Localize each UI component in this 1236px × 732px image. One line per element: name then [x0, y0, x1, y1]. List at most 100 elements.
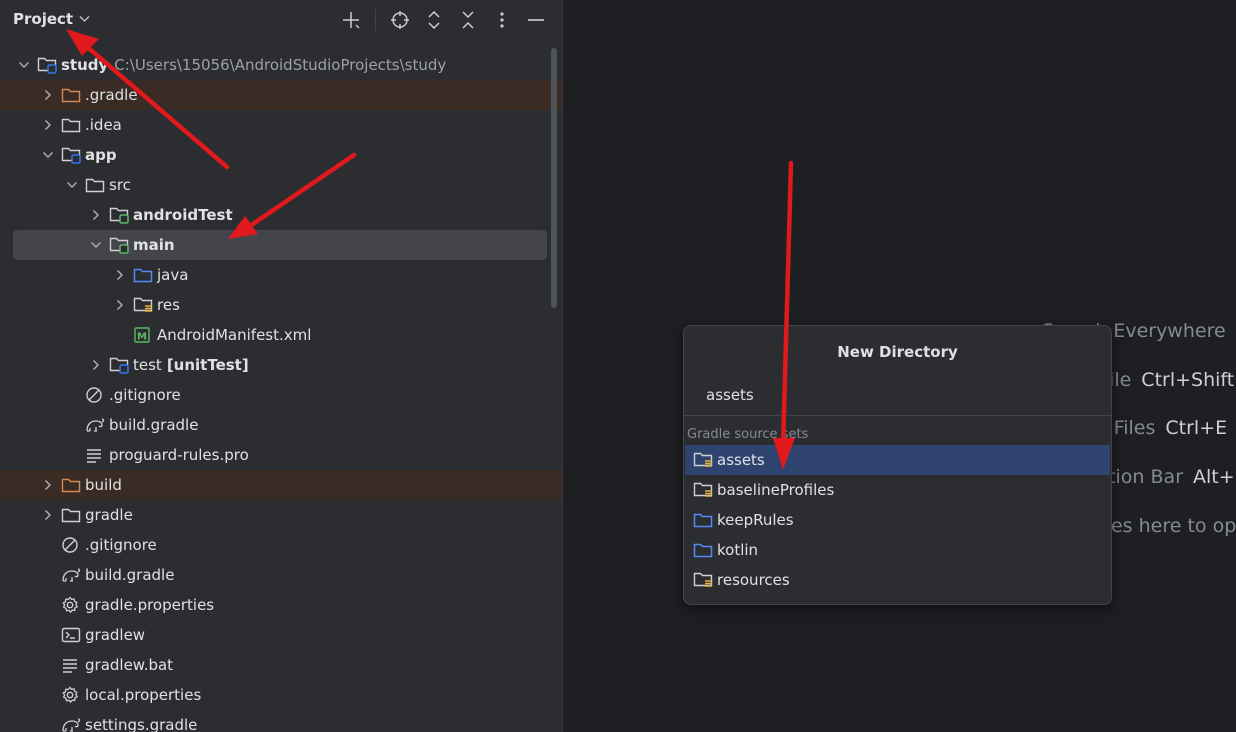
svg-text:M: M	[137, 332, 147, 343]
source-set-option[interactable]: resources	[685, 565, 1110, 595]
folder-icon	[61, 115, 83, 135]
source-set-option[interactable]: baselineProfiles	[685, 475, 1110, 505]
tree-node[interactable]: gradlew.bat	[0, 650, 562, 680]
tree-node[interactable]: src	[0, 170, 562, 200]
tree-node[interactable]: gradle	[0, 500, 562, 530]
source-set-option[interactable]: assets	[685, 445, 1110, 475]
tree-node-label: local.properties	[85, 686, 202, 704]
module-folder-icon	[37, 55, 59, 75]
locate-crosshair-icon[interactable]	[388, 8, 412, 32]
source-set-label: keepRules	[717, 511, 794, 529]
chevron-right-icon[interactable]	[38, 115, 58, 135]
project-view-selector[interactable]: Project	[13, 10, 90, 28]
chevron-right-icon[interactable]	[86, 355, 106, 375]
tree-node[interactable]: res	[0, 290, 562, 320]
tree-node[interactable]: build.gradle	[0, 560, 562, 590]
source-set-folder-icon	[109, 205, 131, 225]
chevron-down-icon[interactable]	[86, 235, 106, 255]
manifest-file-icon: M	[133, 325, 155, 345]
add-icon[interactable]	[339, 8, 363, 32]
no-expander	[38, 595, 58, 615]
source-set-folder-icon	[109, 235, 131, 255]
expand-all-icon[interactable]	[422, 8, 446, 32]
text-file-icon	[61, 655, 83, 675]
chevron-right-icon[interactable]	[38, 475, 58, 495]
source-folder-icon	[693, 540, 715, 560]
source-set-label: assets	[717, 451, 765, 469]
tree-node[interactable]: test [unitTest]	[0, 350, 562, 380]
project-toolbar	[339, 8, 548, 32]
no-expander	[38, 685, 58, 705]
chevron-right-icon[interactable]	[38, 505, 58, 525]
resource-folder-icon	[133, 295, 155, 315]
tree-node[interactable]: main	[13, 230, 547, 260]
tree-node-label: proguard-rules.pro	[109, 446, 249, 464]
tree-node[interactable]: app	[0, 140, 562, 170]
tree-node-label: java	[157, 266, 189, 284]
tree-node-label: build.gradle	[109, 416, 199, 434]
tree-node[interactable]: local.properties	[0, 680, 562, 710]
no-expander	[110, 325, 130, 345]
source-set-label: baselineProfiles	[717, 481, 835, 499]
tree-node-label: main	[133, 236, 175, 254]
tree-node[interactable]: .gradle	[0, 80, 562, 110]
tree-node[interactable]: settings.gradle	[0, 710, 562, 732]
no-expander	[38, 565, 58, 585]
tree-node[interactable]: .gitignore	[0, 380, 562, 410]
gradle-elephant-icon	[61, 565, 83, 585]
chevron-down-icon[interactable]	[62, 175, 82, 195]
tree-node[interactable]: M AndroidManifest.xml	[0, 320, 562, 350]
tree-node[interactable]: gradlew	[0, 620, 562, 650]
tree-node-label: study	[61, 56, 109, 74]
tree-node[interactable]: build	[0, 470, 562, 500]
tree-node-label: build.gradle	[85, 566, 175, 584]
tree-node[interactable]: .idea	[0, 110, 562, 140]
project-panel-header: Project	[0, 0, 562, 40]
tree-node-label: .gitignore	[85, 536, 157, 554]
project-panel-title: Project	[13, 10, 74, 28]
excluded-folder-icon	[61, 85, 83, 105]
test-folder-icon	[109, 355, 131, 375]
more-options-icon[interactable]	[490, 8, 514, 32]
hide-panel-icon[interactable]	[524, 8, 548, 32]
tree-node[interactable]: study C:\Users\15056\AndroidStudioProject…	[0, 50, 562, 80]
tree-node[interactable]: build.gradle	[0, 410, 562, 440]
tree-node[interactable]: java	[0, 260, 562, 290]
tree-node-label: .gitignore	[109, 386, 181, 404]
text-file-icon	[85, 445, 107, 465]
chevron-right-icon[interactable]	[110, 295, 130, 315]
chevron-down-icon[interactable]	[14, 55, 34, 75]
tree-node-label: AndroidManifest.xml	[157, 326, 312, 344]
tree-node-label: .gradle	[85, 86, 138, 104]
tree-node-label: gradlew.bat	[85, 656, 174, 674]
tree-node[interactable]: proguard-rules.pro	[0, 440, 562, 470]
gitignore-icon	[61, 535, 83, 555]
hint-shortcut: Ctrl+E	[1165, 417, 1228, 439]
no-expander	[62, 445, 82, 465]
chevron-down-icon[interactable]	[38, 145, 58, 165]
chevron-right-icon[interactable]	[86, 205, 106, 225]
folder-icon	[85, 175, 107, 195]
chevron-right-icon[interactable]	[110, 265, 130, 285]
chevron-right-icon[interactable]	[38, 85, 58, 105]
collapse-all-icon[interactable]	[456, 8, 480, 32]
section-label: Gradle source sets	[687, 427, 809, 442]
no-expander	[62, 385, 82, 405]
resource-folder-icon	[693, 480, 715, 500]
tree-node-label: build	[85, 476, 122, 494]
tree-node-label: res	[157, 296, 180, 314]
directory-name-input[interactable]	[706, 386, 1086, 404]
popup-title: New Directory	[837, 343, 958, 361]
tree-node[interactable]: gradle.properties	[0, 590, 562, 620]
source-folder-icon	[693, 510, 715, 530]
vertical-scrollbar[interactable]	[551, 48, 557, 308]
source-set-option[interactable]: kotlin	[685, 535, 1110, 565]
tree-node[interactable]: androidTest	[0, 200, 562, 230]
source-set-option[interactable]: keepRules	[685, 505, 1110, 535]
no-expander	[38, 655, 58, 675]
tree-node-label: androidTest	[133, 206, 233, 224]
tree-node-label: gradle.properties	[85, 596, 215, 614]
tree-node-label: src	[109, 176, 131, 194]
tree-node[interactable]: .gitignore	[0, 530, 562, 560]
settings-gear-icon	[61, 685, 83, 705]
